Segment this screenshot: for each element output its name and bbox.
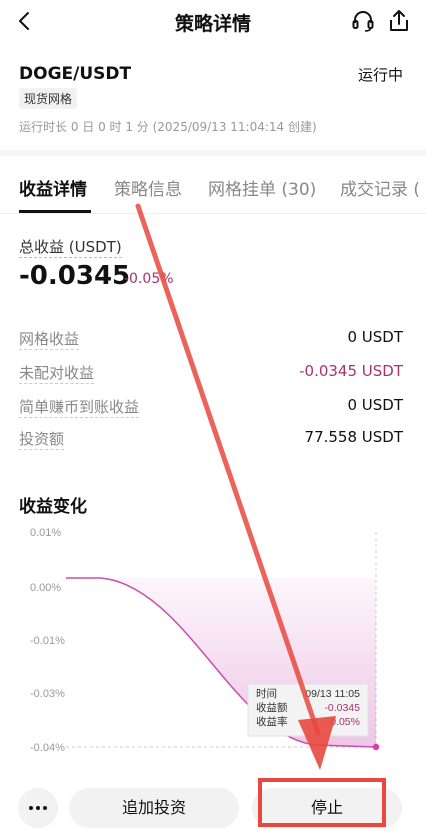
metric-value: 0 USDT [347, 396, 403, 414]
tab-bar: 收益详情 策略信息 网格挂单 (30) 成交记录 ( [0, 156, 426, 214]
runtime-info: 运行时长 0 日 0 时 1 分 (2025/09/13 11:04:14 创建… [19, 120, 317, 134]
metric-value: -0.0345 USDT [299, 362, 403, 380]
tab-strategy-info[interactable]: 策略信息 [114, 175, 182, 200]
tab-grid-orders[interactable]: 网格挂单 (30) [208, 175, 316, 200]
tooltip-value: -0.0345 [324, 702, 360, 714]
tooltip-label: 时间 [256, 687, 277, 700]
trading-pair: DOGE/USDT [19, 64, 132, 84]
stop-highlight-box [258, 778, 386, 827]
tab-trade-history[interactable]: 成交记录 ( [340, 175, 420, 200]
y-tick-label: -0.03% [30, 688, 65, 700]
headset-icon[interactable] [350, 8, 376, 34]
y-tick-label: 0.00% [30, 582, 61, 594]
tooltip-value: -0.05% [327, 716, 360, 728]
metric-row: 投资额 77.558 USDT [19, 428, 403, 450]
tooltip-value: 09/13 11:05 [305, 688, 360, 700]
metric-value: 77.558 USDT [304, 428, 403, 446]
profit-chart[interactable]: 0.01% 0.00% -0.01% -0.03% -0.04% 时间 09/13 11:0… [0, 520, 426, 760]
strategy-type-tag: 现货网格 [19, 88, 78, 109]
tooltip-label: 收益额 [256, 701, 288, 714]
share-icon[interactable] [386, 8, 412, 34]
status-badge: 运行中 [357, 66, 403, 84]
total-profit-percent: -0.05% [124, 271, 174, 287]
tooltip-label: 收益率 [256, 715, 288, 728]
metric-row: 网格收益 0 USDT [19, 328, 403, 350]
total-profit-label[interactable]: 总收益 (USDT) [19, 236, 122, 258]
y-tick-label: -0.01% [30, 635, 65, 647]
active-tab-indicator [19, 210, 91, 213]
chart-title: 收益变化 [19, 497, 87, 517]
tab-profit-detail[interactable]: 收益详情 [19, 175, 87, 200]
metric-value: 0 USDT [347, 328, 403, 346]
add-investment-button[interactable]: 追加投资 [69, 788, 239, 828]
y-tick-label: 0.01% [30, 527, 61, 539]
more-dots-icon[interactable] [18, 788, 58, 828]
metric-label[interactable]: 未配对收益 [19, 362, 95, 384]
top-bar: 策略详情 [0, 0, 426, 44]
metric-row: 未配对收益 -0.0345 USDT [19, 362, 403, 384]
metric-label[interactable]: 网格收益 [19, 328, 80, 350]
total-profit-value: -0.0345 [19, 261, 131, 291]
y-tick-label: -0.04% [30, 742, 65, 754]
metric-row: 简单赚币到账收益 0 USDT [19, 396, 403, 418]
data-point [372, 743, 380, 751]
metric-label[interactable]: 简单赚币到账收益 [19, 396, 140, 418]
metric-label[interactable]: 投资额 [19, 428, 65, 450]
